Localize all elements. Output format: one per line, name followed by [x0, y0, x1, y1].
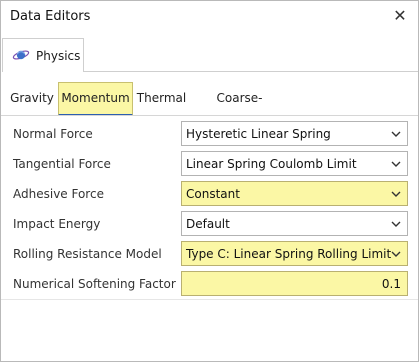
- adhesive-force-select[interactable]: Constant: [181, 181, 408, 206]
- impact-energy-select[interactable]: Default: [181, 211, 408, 236]
- chevron-down-icon: [391, 251, 401, 257]
- sub-tab-bar: Gravity Momentum Thermal Coarse-Graining: [1, 82, 418, 138]
- normal-force-value: Hysteretic Linear Spring: [186, 127, 331, 141]
- row-impact-energy: Impact Energy Default: [1, 211, 418, 237]
- row-rolling-resistance: Rolling Resistance Model Type C: Linear …: [1, 241, 418, 267]
- rolling-resistance-select[interactable]: Type C: Linear Spring Rolling Limit: [181, 241, 408, 266]
- row-tangential-force: Tangential Force Linear Spring Coulomb L…: [1, 151, 418, 177]
- planet-icon: [12, 50, 30, 60]
- chevron-down-icon: [391, 131, 401, 137]
- sub-tab-divider: [1, 115, 418, 116]
- tangential-force-select[interactable]: Linear Spring Coulomb Limit: [181, 151, 408, 176]
- tab-divider: [83, 71, 418, 72]
- chevron-down-icon: [391, 161, 401, 167]
- panel-divider: [1, 299, 418, 300]
- data-editors-window: Data Editors ✕ Physics Gravity Momentum …: [0, 0, 419, 362]
- row-numerical-softening: Numerical Softening Factor 0.1: [1, 271, 418, 297]
- tangential-force-label: Tangential Force: [13, 157, 111, 171]
- row-normal-force: Normal Force Hysteretic Linear Spring: [1, 121, 418, 147]
- impact-energy-label: Impact Energy: [13, 217, 101, 231]
- impact-energy-value: Default: [186, 217, 230, 231]
- rolling-resistance-value: Type C: Linear Spring Rolling Limit: [186, 247, 392, 261]
- top-tab-bar: Physics: [1, 38, 418, 72]
- numerical-softening-input[interactable]: 0.1: [181, 271, 408, 296]
- adhesive-force-label: Adhesive Force: [13, 187, 104, 201]
- close-icon[interactable]: ✕: [388, 3, 412, 29]
- tab-physics[interactable]: Physics: [2, 38, 84, 72]
- window-title: Data Editors: [10, 9, 91, 24]
- tab-momentum[interactable]: Momentum: [58, 82, 133, 116]
- tab-thermal[interactable]: Thermal: [136, 82, 187, 115]
- tab-physics-label: Physics: [36, 49, 81, 63]
- normal-force-select[interactable]: Hysteretic Linear Spring: [181, 121, 408, 146]
- normal-force-label: Normal Force: [13, 127, 93, 141]
- tab-coarse-graining[interactable]: Coarse-Graining: [193, 82, 286, 138]
- tab-gravity[interactable]: Gravity: [8, 82, 56, 115]
- adhesive-force-value: Constant: [186, 187, 240, 201]
- tangential-force-value: Linear Spring Coulomb Limit: [186, 157, 357, 171]
- chevron-down-icon: [391, 191, 401, 197]
- row-adhesive-force: Adhesive Force Constant: [1, 181, 418, 207]
- title-bar: Data Editors ✕: [1, 1, 418, 32]
- numerical-softening-value: 0.1: [381, 277, 401, 291]
- chevron-down-icon: [391, 221, 401, 227]
- numerical-softening-label: Numerical Softening Factor: [13, 277, 176, 291]
- rolling-resistance-label: Rolling Resistance Model: [13, 247, 162, 261]
